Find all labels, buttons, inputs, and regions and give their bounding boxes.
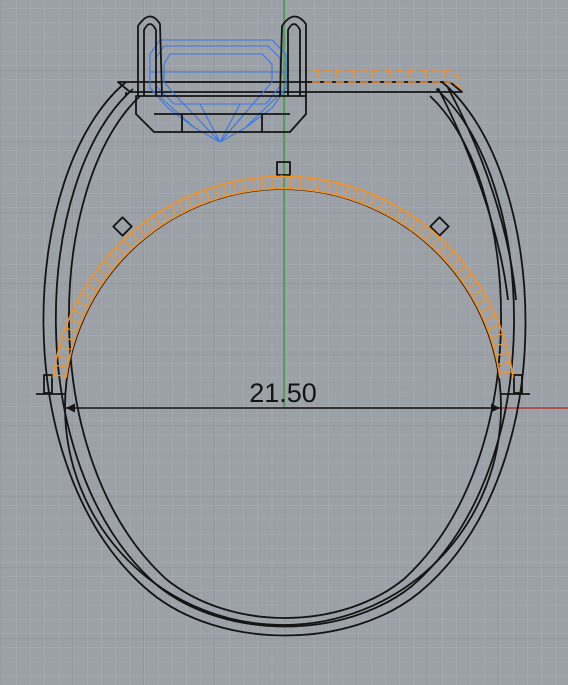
dimension-value: 21.50	[249, 378, 317, 408]
ring-drawing: 21.50	[0, 0, 568, 685]
cad-viewport[interactable]: 21.50	[0, 0, 568, 685]
